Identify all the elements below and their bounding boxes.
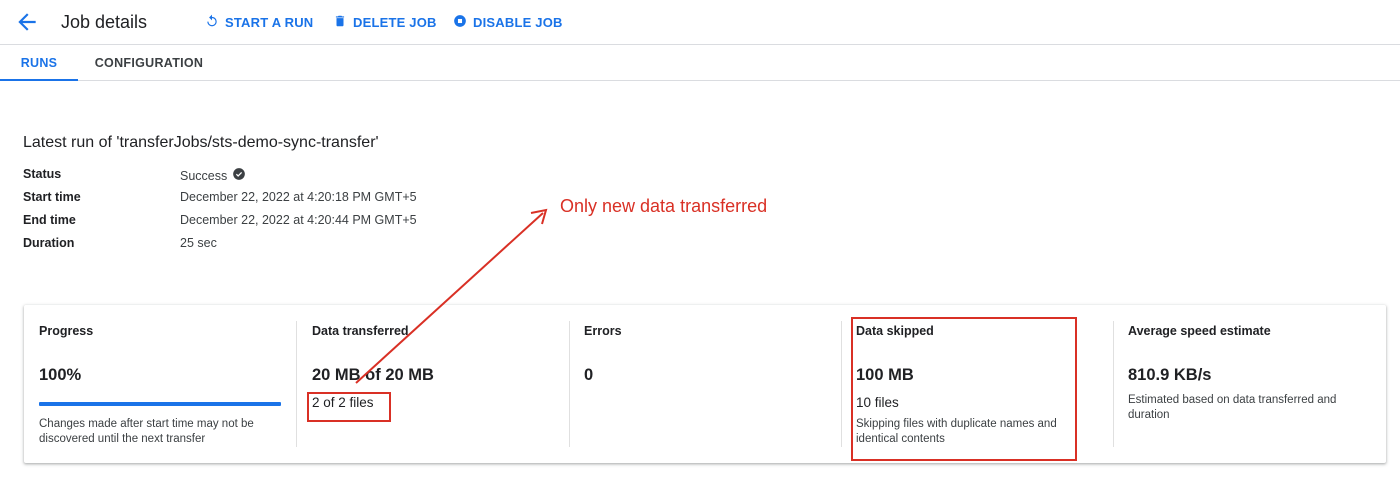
divider xyxy=(296,321,297,447)
progress-note: Changes made after start time may not be… xyxy=(39,418,254,445)
divider xyxy=(841,321,842,447)
progress-value: 100% xyxy=(39,366,82,384)
errors-value: 0 xyxy=(584,366,594,384)
tab-bar: RUNS CONFIGURATION xyxy=(0,46,1400,81)
annotation-box-data-skipped xyxy=(851,317,1077,461)
data-transferred-title: Data transferred xyxy=(312,324,409,338)
divider xyxy=(569,321,570,447)
check-circle-icon xyxy=(227,167,246,184)
duration-label: Duration xyxy=(23,236,75,250)
speed-note: Estimated based on data transferred and … xyxy=(1128,394,1337,421)
speed-title: Average speed estimate xyxy=(1128,324,1271,338)
errors-title: Errors xyxy=(584,324,622,338)
progress-title: Progress xyxy=(39,324,94,338)
latest-run-heading: Latest run of 'transferJobs/sts-demo-syn… xyxy=(23,134,379,151)
tab-runs[interactable]: RUNS xyxy=(0,46,78,81)
back-arrow-icon[interactable] xyxy=(14,9,40,35)
start-run-label: START A RUN xyxy=(225,14,314,30)
start-time-label: Start time xyxy=(23,190,81,204)
page-title: Job details xyxy=(61,12,148,32)
stop-circle-icon xyxy=(453,14,473,31)
annotation-text: Only new data transferred xyxy=(560,196,768,216)
duration-value: 25 sec xyxy=(180,236,217,250)
annotation-box-transferred-files xyxy=(307,392,391,422)
delete-job-label: DELETE JOB xyxy=(353,14,437,30)
delete-job-button[interactable]: DELETE JOB xyxy=(333,14,437,30)
end-time-value: December 22, 2022 at 4:20:44 PM GMT+5 xyxy=(180,213,417,227)
trash-icon xyxy=(333,14,353,31)
status-value: Success xyxy=(180,167,246,184)
tab-configuration[interactable]: CONFIGURATION xyxy=(92,46,206,80)
divider xyxy=(1113,321,1114,447)
status-label: Status xyxy=(23,167,62,181)
progress-bar xyxy=(39,402,281,406)
disable-job-label: DISABLE JOB xyxy=(473,14,563,30)
end-time-label: End time xyxy=(23,213,76,227)
data-transferred-value: 20 MB of 20 MB xyxy=(312,366,434,384)
top-header: Job details START A RUN DELETE JOB DISAB… xyxy=(0,0,1400,45)
start-time-value: December 22, 2022 at 4:20:18 PM GMT+5 xyxy=(180,190,417,204)
disable-job-button[interactable]: DISABLE JOB xyxy=(453,14,563,30)
speed-value: 810.9 KB/s xyxy=(1128,366,1212,384)
refresh-icon xyxy=(205,14,225,31)
status-text: Success xyxy=(180,168,228,183)
start-run-button[interactable]: START A RUN xyxy=(205,14,313,30)
run-stats-card: Progress 100% Changes made after start t… xyxy=(24,305,1386,463)
